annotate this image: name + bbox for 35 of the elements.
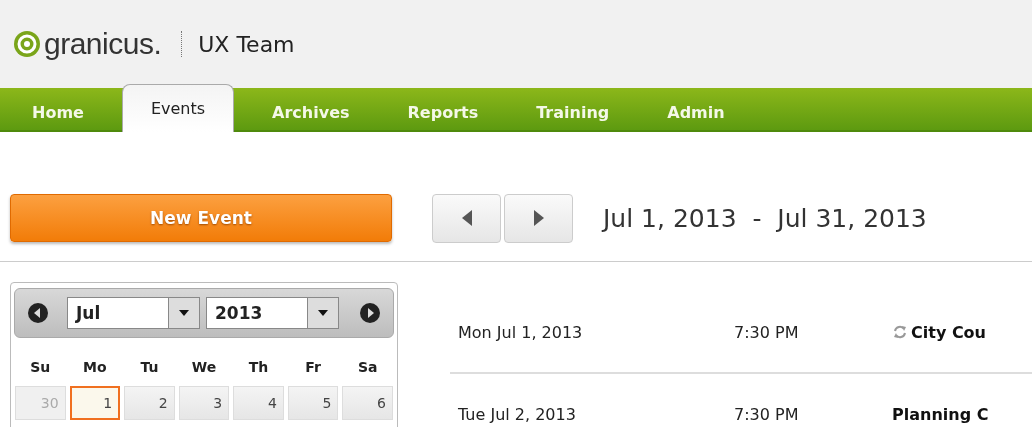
caret-icon — [179, 310, 189, 316]
event-row[interactable]: Tue Jul 2, 2013 7:30 PM Planning C — [450, 374, 1032, 427]
team-name: UX Team — [198, 31, 295, 57]
date-range: Jul 1, 2013 - Jul 31, 2013 — [603, 203, 927, 233]
next-month-icon[interactable] — [359, 302, 381, 324]
weekday-label: Th — [247, 358, 270, 377]
event-title[interactable]: City Cou — [911, 322, 986, 342]
weekday-label: Mo — [82, 358, 108, 377]
calendar-day[interactable]: 1 — [69, 386, 121, 420]
weekday-label: We — [190, 358, 218, 377]
caret-icon — [318, 310, 328, 316]
nav-tab[interactable]: Events — [121, 84, 235, 132]
event-title[interactable]: Planning C — [892, 404, 989, 424]
right-arrow-icon — [531, 209, 546, 227]
calendar-day[interactable]: 4 — [233, 386, 284, 420]
event-date: Tue Jul 2, 2013 — [458, 404, 577, 424]
calendar-day[interactable]: 3 — [178, 386, 230, 420]
logo-text: granicus. — [44, 27, 162, 61]
year-select[interactable]: 2013 — [206, 297, 339, 329]
weekday-label: Tu — [139, 358, 160, 377]
previous-month-icon[interactable] — [27, 302, 49, 324]
event-time: 7:30 PM — [734, 404, 800, 424]
calendar-day[interactable]: 2 — [124, 386, 175, 420]
logo-icon — [12, 29, 42, 59]
next-button[interactable] — [504, 193, 573, 243]
weekday-label: Su — [29, 358, 52, 377]
event-time: 7:30 PM — [734, 322, 800, 342]
calendar-day[interactable]: 5 — [287, 386, 339, 420]
event-row[interactable]: Mon Jul 1, 2013 7:30 PM City Cou — [450, 282, 1032, 374]
weekday-label: Fr — [304, 358, 322, 377]
previous-button[interactable] — [432, 193, 501, 243]
event-date: Mon Jul 1, 2013 — [458, 322, 584, 342]
month-select[interactable]: Jul — [67, 297, 200, 329]
weekday-label: Sa — [356, 358, 379, 377]
calendar-day[interactable]: 6 — [342, 386, 393, 420]
